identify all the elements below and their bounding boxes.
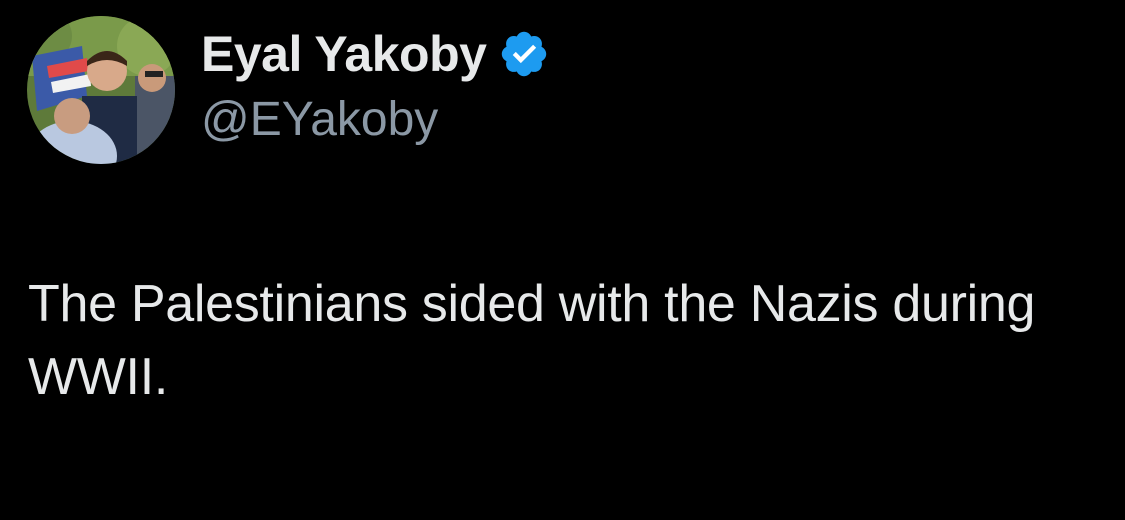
display-name[interactable]: Eyal Yakoby: [201, 25, 487, 83]
tweet: Eyal Yakoby @EYakoby The Palestinians si…: [0, 0, 1125, 520]
verified-badge-icon: [498, 28, 550, 80]
tweet-header: Eyal Yakoby @EYakoby: [201, 22, 550, 147]
user-handle[interactable]: @EYakoby: [201, 92, 550, 147]
tweet-text: The Palestinians sided with the Nazis du…: [28, 275, 1036, 406]
profile-photo-icon: [27, 16, 175, 164]
name-row: Eyal Yakoby: [201, 22, 550, 86]
avatar[interactable]: [27, 16, 175, 164]
